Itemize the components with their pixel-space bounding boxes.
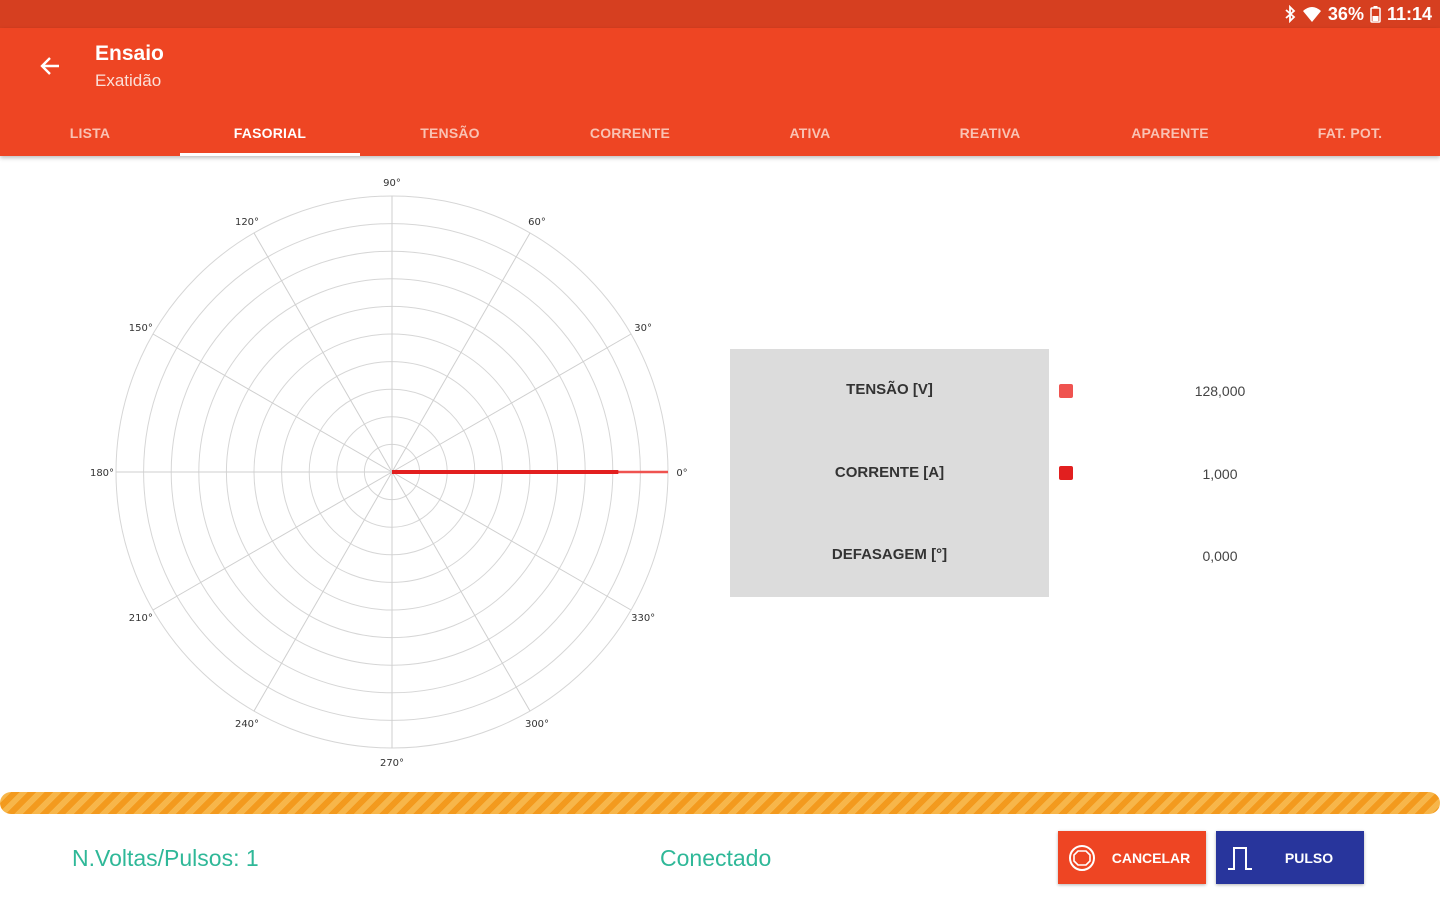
clock: 11:14 (1386, 3, 1432, 24)
tab-bar: LISTA FASORIAL TENSÃO CORRENTE ATIVA REA… (0, 110, 1440, 156)
tab-tensao[interactable]: TENSÃO (360, 110, 540, 156)
reading-value-defasagem: 0,000 (1202, 548, 1238, 564)
tab-reativa[interactable]: REATIVA (900, 110, 1080, 156)
angle-label: 240° (235, 719, 259, 730)
tab-lista[interactable]: LISTA (0, 110, 180, 156)
readings-panel: TENSÃO [V] CORRENTE [A] DEFASAGEM [°] (730, 349, 1049, 597)
legend-swatch-corrente (1059, 466, 1073, 480)
angle-label: 330° (631, 613, 655, 624)
pulse-icon (1216, 831, 1264, 884)
angle-label: 90° (383, 178, 401, 189)
pulse-button[interactable]: PULSO (1216, 831, 1364, 884)
status-icons: 36% 11:14 (1284, 3, 1432, 25)
cancel-button[interactable]: CANCELAR (1058, 831, 1206, 884)
progress-bar (0, 792, 1440, 814)
tab-ativa[interactable]: ATIVA (720, 110, 900, 156)
polar-spoke (152, 333, 393, 473)
angle-label: 270° (380, 758, 404, 769)
tab-fat-pot[interactable]: FAT. POT. (1260, 110, 1440, 156)
polar-spoke (391, 471, 531, 712)
polar-spoke (152, 471, 393, 611)
reading-value-tensao: 128,000 (1194, 383, 1246, 399)
polar-spoke (391, 471, 632, 611)
back-button[interactable] (30, 46, 70, 86)
tab-aparente[interactable]: APARENTE (1080, 110, 1260, 156)
battery-percent: 36% (1327, 3, 1364, 24)
connection-status: Conectado (660, 845, 772, 871)
angle-label: 210° (129, 613, 153, 624)
arrow-back-icon (40, 57, 59, 75)
angle-label: 300° (525, 719, 549, 730)
angle-label: 30° (634, 323, 652, 334)
cancel-button-label: CANCELAR (1111, 849, 1191, 866)
page-subtitle: Exatidão (95, 71, 162, 90)
legend-swatch-tensao (1059, 384, 1073, 398)
reading-label-tensao: TENSÃO [V] (846, 381, 933, 398)
polar-spoke (253, 232, 393, 473)
polar-spoke (391, 333, 632, 473)
page-title: Ensaio (95, 42, 164, 65)
bluetooth-icon (1285, 5, 1296, 23)
polar-spoke (253, 471, 393, 712)
reading-label-corrente: CORRENTE [A] (834, 464, 945, 481)
app-bar: Ensaio Exatidão LISTA FASORIAL TENSÃO CO… (0, 28, 1440, 156)
angle-label: 180° (90, 468, 114, 479)
tab-fasorial[interactable]: FASORIAL (180, 110, 360, 156)
pulse-button-label: PULSO (1284, 849, 1334, 866)
reading-label-defasagem: DEFASAGEM [°] (831, 546, 948, 563)
angle-label: 0° (676, 468, 687, 479)
angle-label: 150° (129, 323, 153, 334)
pulse-counter: N.Voltas/Pulsos: 1 (72, 845, 259, 871)
status-bar: 36% 11:14 (0, 0, 1440, 28)
reading-value-corrente: 1,000 (1202, 466, 1238, 482)
angle-label: 60° (528, 217, 546, 228)
angle-label: 120° (235, 217, 259, 228)
battery-icon (1370, 6, 1381, 23)
stop-icon (1058, 831, 1106, 884)
phasor-diagram: 0° 30° 60° 90° 120° 150° 180° 210° 240° 270° 300° 3… (90, 178, 688, 769)
polar-spoke (391, 232, 531, 473)
wifi-icon (1302, 7, 1321, 22)
tab-corrente[interactable]: CORRENTE (540, 110, 720, 156)
